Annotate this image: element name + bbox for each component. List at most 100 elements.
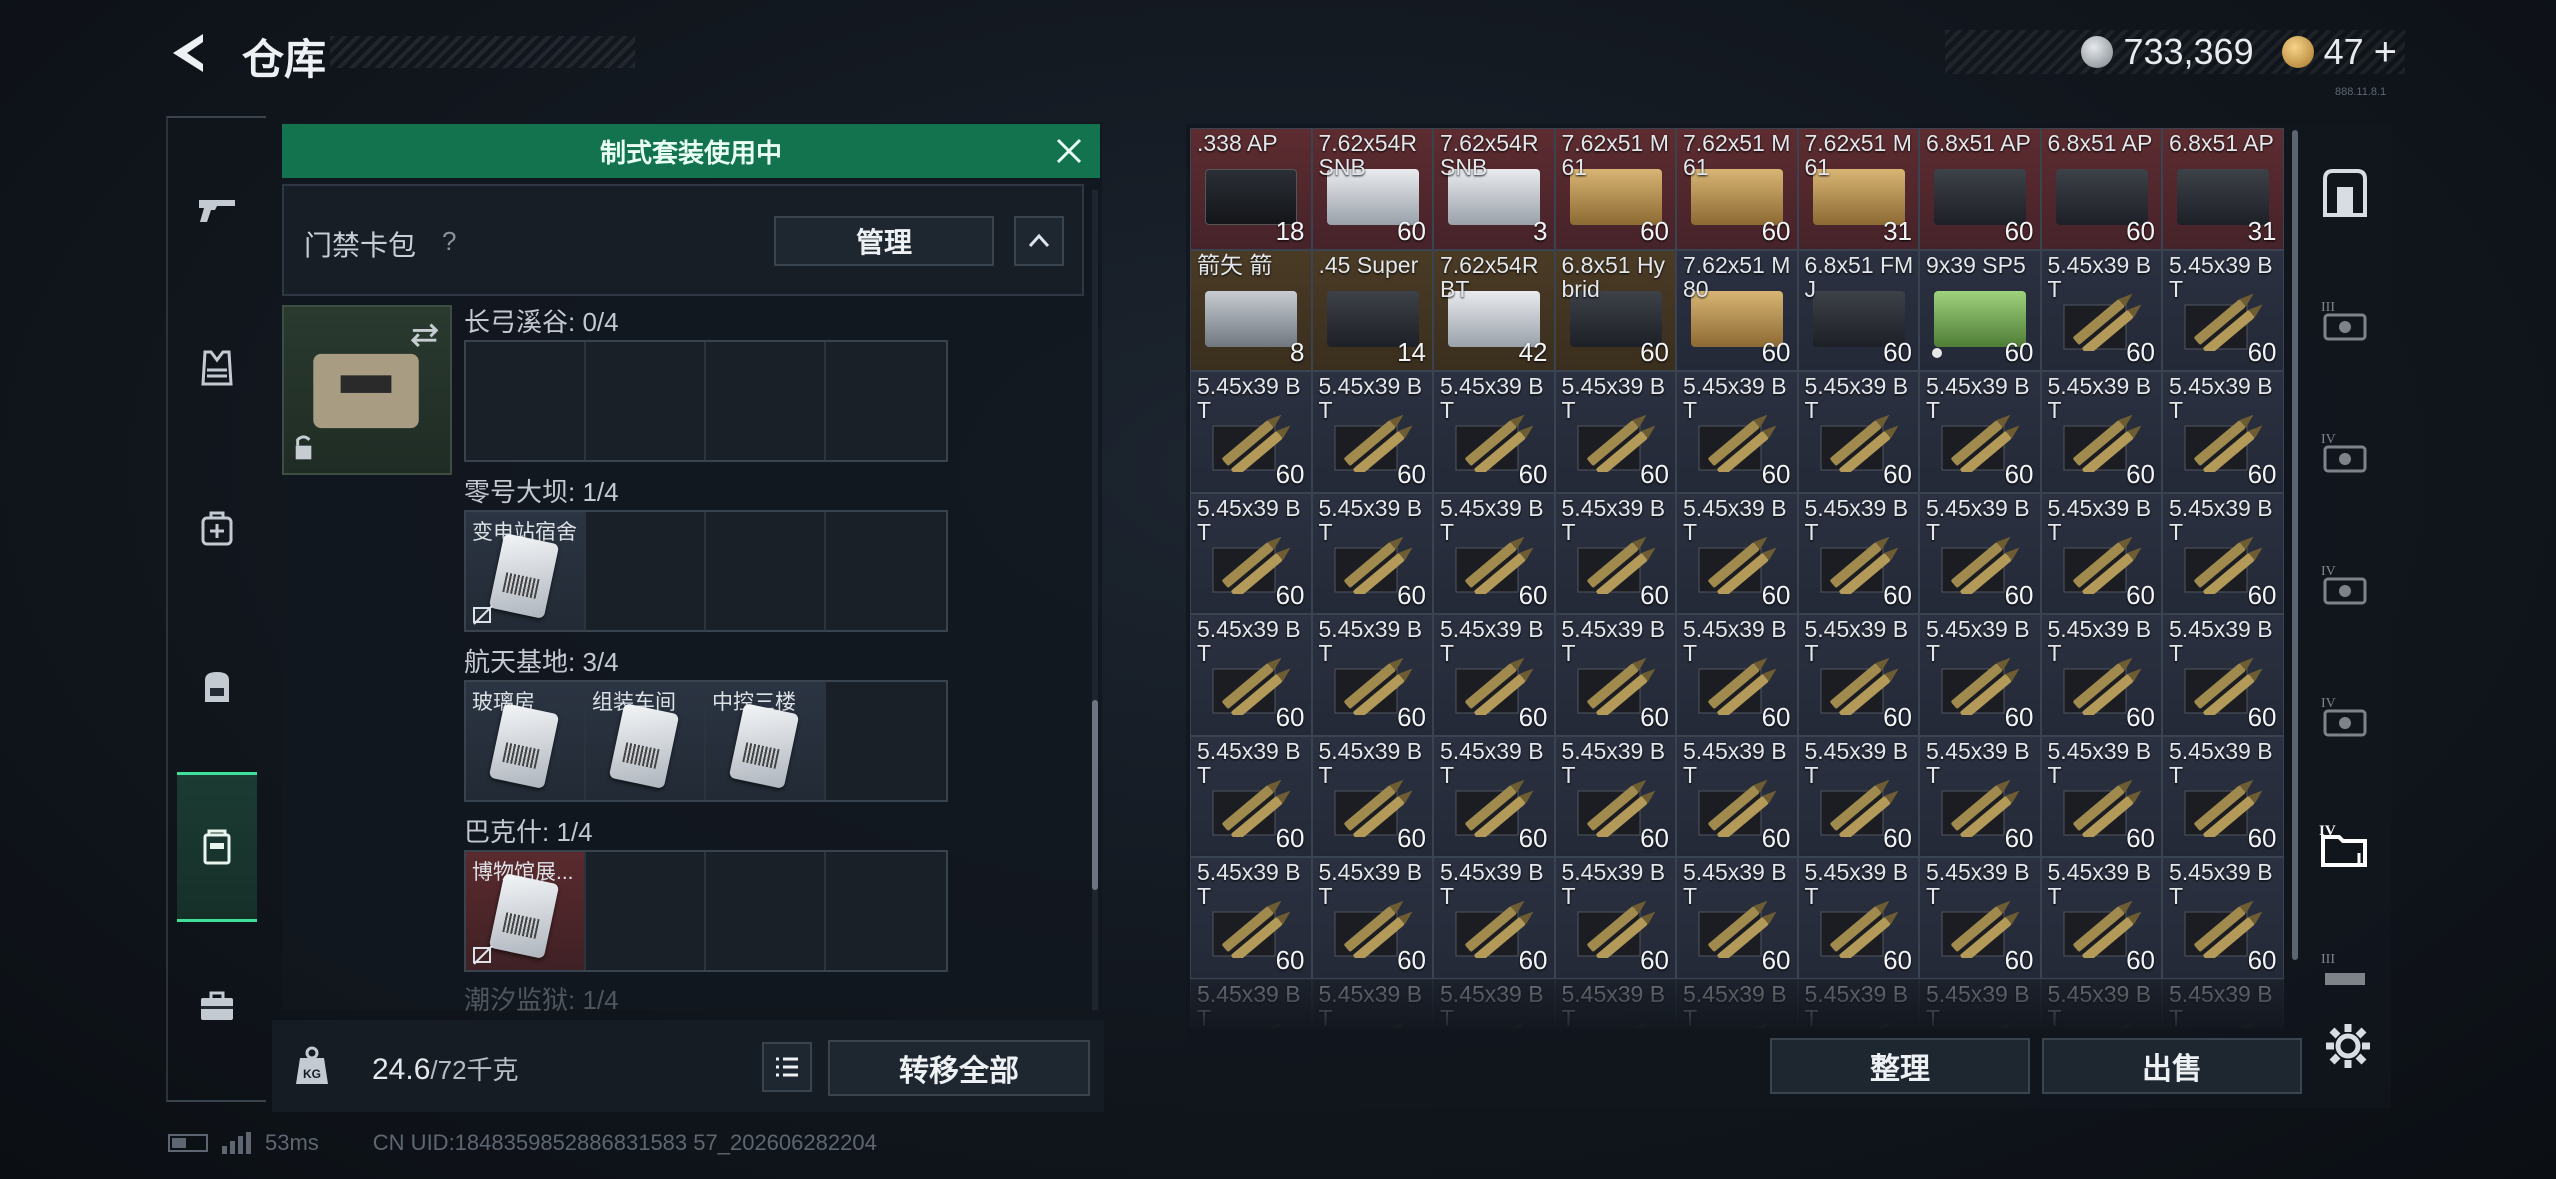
stash-item[interactable]: 5.45x39 BT 60: [1676, 492, 1798, 614]
stash-item[interactable]: 5.45x39 BT 60: [2162, 492, 2284, 614]
stash-item[interactable]: 5.45x39 BT 60: [1554, 371, 1676, 493]
stash-item[interactable]: 5.45x39 BT 60: [1190, 492, 1312, 614]
keycard-slot[interactable]: 博物馆展...: [466, 852, 586, 970]
keycard-slot[interactable]: 玻璃房: [466, 682, 586, 800]
stash-item[interactable]: 5.45x39 BT 60: [1433, 492, 1555, 614]
empty-slot[interactable]: [586, 852, 706, 970]
stash-item[interactable]: 6.8x51 AP 60: [1919, 128, 2041, 250]
stash-item[interactable]: 5.45x39 BT 60: [1190, 857, 1312, 979]
stash-item[interactable]: .338 AP 18: [1190, 128, 1312, 250]
stash-item[interactable]: 7.62x51 M61 60: [1676, 128, 1798, 250]
help-icon[interactable]: ?: [442, 226, 456, 257]
stash-item[interactable]: 5.45x39 BT 60: [1797, 492, 1919, 614]
sidebar-item-armor[interactable]: [177, 328, 257, 408]
back-button[interactable]: [165, 28, 215, 78]
manage-button[interactable]: 管理: [774, 216, 994, 266]
empty-slot[interactable]: [706, 512, 826, 630]
stash-item[interactable]: 5.45x39 BT 60: [1433, 371, 1555, 493]
stash-item[interactable]: 7.62x54R SNB 3: [1433, 128, 1555, 250]
stash-item[interactable]: 5.45x39 BT 60: [1311, 614, 1433, 736]
stash-item[interactable]: 5.45x39 BT 60: [1797, 735, 1919, 857]
buy-currency-button[interactable]: +: [2374, 30, 2397, 75]
stash-item[interactable]: 5.45x39 BT 60: [2040, 857, 2162, 979]
weight-icon[interactable]: KG: [292, 1044, 332, 1088]
empty-slot[interactable]: [826, 512, 946, 630]
keycard-slot[interactable]: 中控三楼: [706, 682, 826, 800]
stash-item[interactable]: 5.45x39 BT 60: [1919, 857, 2041, 979]
collapse-button[interactable]: [1014, 216, 1064, 266]
stash-item[interactable]: 5.45x39 BT 60: [1311, 492, 1433, 614]
empty-slot[interactable]: [706, 852, 826, 970]
stash-item[interactable]: 5.45x39 BT 60: [1554, 857, 1676, 979]
stash-item[interactable]: 5.45x39 BT 60: [1676, 371, 1798, 493]
rail-item-case-4b[interactable]: IV: [2312, 552, 2378, 618]
stash-item[interactable]: 5.45x39 BT 60: [1676, 735, 1798, 857]
close-icon[interactable]: [1052, 134, 1086, 168]
sort-button[interactable]: 整理: [1770, 1038, 2030, 1094]
stash-item[interactable]: 5.45x39 BT 60: [1797, 371, 1919, 493]
stash-item[interactable]: 5.45x39 BT 60: [1433, 735, 1555, 857]
stash-item[interactable]: 5.45x39 BT 60: [2040, 371, 2162, 493]
stash-item[interactable]: 6.8x51 AP 60: [2040, 128, 2162, 250]
keycard-slot[interactable]: 组装车间: [586, 682, 706, 800]
empty-slot[interactable]: [586, 512, 706, 630]
stash-scrollbar[interactable]: [2292, 130, 2298, 960]
stash-item[interactable]: 5.45x39 BT 60: [2040, 492, 2162, 614]
empty-slot[interactable]: [466, 342, 586, 460]
empty-slot[interactable]: [586, 342, 706, 460]
sidebar-item-weapons[interactable]: [177, 168, 257, 248]
stash-item[interactable]: 7.62x54R SNB 60: [1311, 128, 1433, 250]
empty-slot[interactable]: [826, 682, 946, 800]
stash-item[interactable]: 5.45x39 BT 60: [1554, 735, 1676, 857]
stash-item[interactable]: 6.8x51 FMJ 60: [1797, 249, 1919, 371]
stash-item[interactable]: 7.62x54R BT 42: [1433, 249, 1555, 371]
stash-item[interactable]: 6.8x51 AP 31: [2162, 128, 2284, 250]
stash-item[interactable]: 5.45x39 BT 60: [2040, 614, 2162, 736]
rail-item-folder-4[interactable]: IV: [2312, 812, 2378, 878]
rail-item-case-4a[interactable]: IV: [2312, 420, 2378, 486]
stash-item[interactable]: 5.45x39 BT 60: [1676, 614, 1798, 736]
keycard-case-item[interactable]: [282, 305, 452, 475]
stash-item[interactable]: 5.45x39 BT 60: [1433, 857, 1555, 979]
stash-item[interactable]: 5.45x39 BT 60: [1311, 857, 1433, 979]
stash-item[interactable]: 5.45x39 BT 60: [1919, 735, 2041, 857]
stash-item[interactable]: 5.45x39 BT 60: [1919, 492, 2041, 614]
stash-item[interactable]: 5.45x39 BT 60: [1190, 371, 1312, 493]
sidebar-item-secure-case[interactable]: [177, 966, 257, 1046]
stash-item[interactable]: 5.45x39 BT 60: [1433, 614, 1555, 736]
empty-slot[interactable]: [706, 342, 826, 460]
stash-item[interactable]: 5.45x39 BT 60: [1311, 371, 1433, 493]
keycard-slot[interactable]: 变电站宿舍: [466, 512, 586, 630]
stash-item[interactable]: 7.62x51 M61 60: [1554, 128, 1676, 250]
stash-item[interactable]: 5.45x39 BT 60: [2040, 249, 2162, 371]
settings-gear-icon[interactable]: [2320, 1018, 2376, 1074]
stash-item[interactable]: 5.45x39 BT 60: [1311, 735, 1433, 857]
stash-item[interactable]: .45 Super 14: [1311, 249, 1433, 371]
transfer-all-button[interactable]: 转移全部: [828, 1040, 1090, 1096]
stash-item[interactable]: 5.45x39 BT 60: [1554, 614, 1676, 736]
stash-item[interactable]: 5.45x39 BT 60: [1190, 614, 1312, 736]
stash-item[interactable]: 箭矢 箭 8: [1190, 249, 1312, 371]
sidebar-item-chest-rig[interactable]: [177, 488, 257, 568]
sidebar-item-keycard-holder[interactable]: [177, 772, 257, 922]
sidebar-item-backpack[interactable]: [177, 646, 257, 726]
stash-item[interactable]: 5.45x39 BT 60: [2040, 735, 2162, 857]
empty-slot[interactable]: [826, 342, 946, 460]
stash-item[interactable]: 6.8x51 Hybrid 60: [1554, 249, 1676, 371]
keycard-scrollbar[interactable]: [1092, 700, 1098, 890]
stash-item[interactable]: 5.45x39 BT 60: [1797, 614, 1919, 736]
stash-item[interactable]: 5.45x39 BT 60: [2162, 249, 2284, 371]
stash-item[interactable]: 5.45x39 BT 60: [1190, 735, 1312, 857]
stash-item[interactable]: 5.45x39 BT 60: [2162, 614, 2284, 736]
stash-item[interactable]: 7.62x51 M61 31: [1797, 128, 1919, 250]
empty-slot[interactable]: [826, 852, 946, 970]
stash-item[interactable]: 5.45x39 BT 60: [2162, 857, 2284, 979]
sell-button[interactable]: 出售: [2042, 1038, 2302, 1094]
stash-item[interactable]: 9x39 SP5 60: [1919, 249, 2041, 371]
stash-item[interactable]: 5.45x39 BT 60: [1919, 371, 2041, 493]
rail-item-case-3[interactable]: III: [2312, 288, 2378, 354]
stash-item[interactable]: 7.62x51 M80 60: [1676, 249, 1798, 371]
list-view-button[interactable]: [762, 1042, 812, 1092]
rail-item-safe[interactable]: [2312, 160, 2378, 226]
rail-item-ammo-3[interactable]: III: [2312, 940, 2378, 1006]
